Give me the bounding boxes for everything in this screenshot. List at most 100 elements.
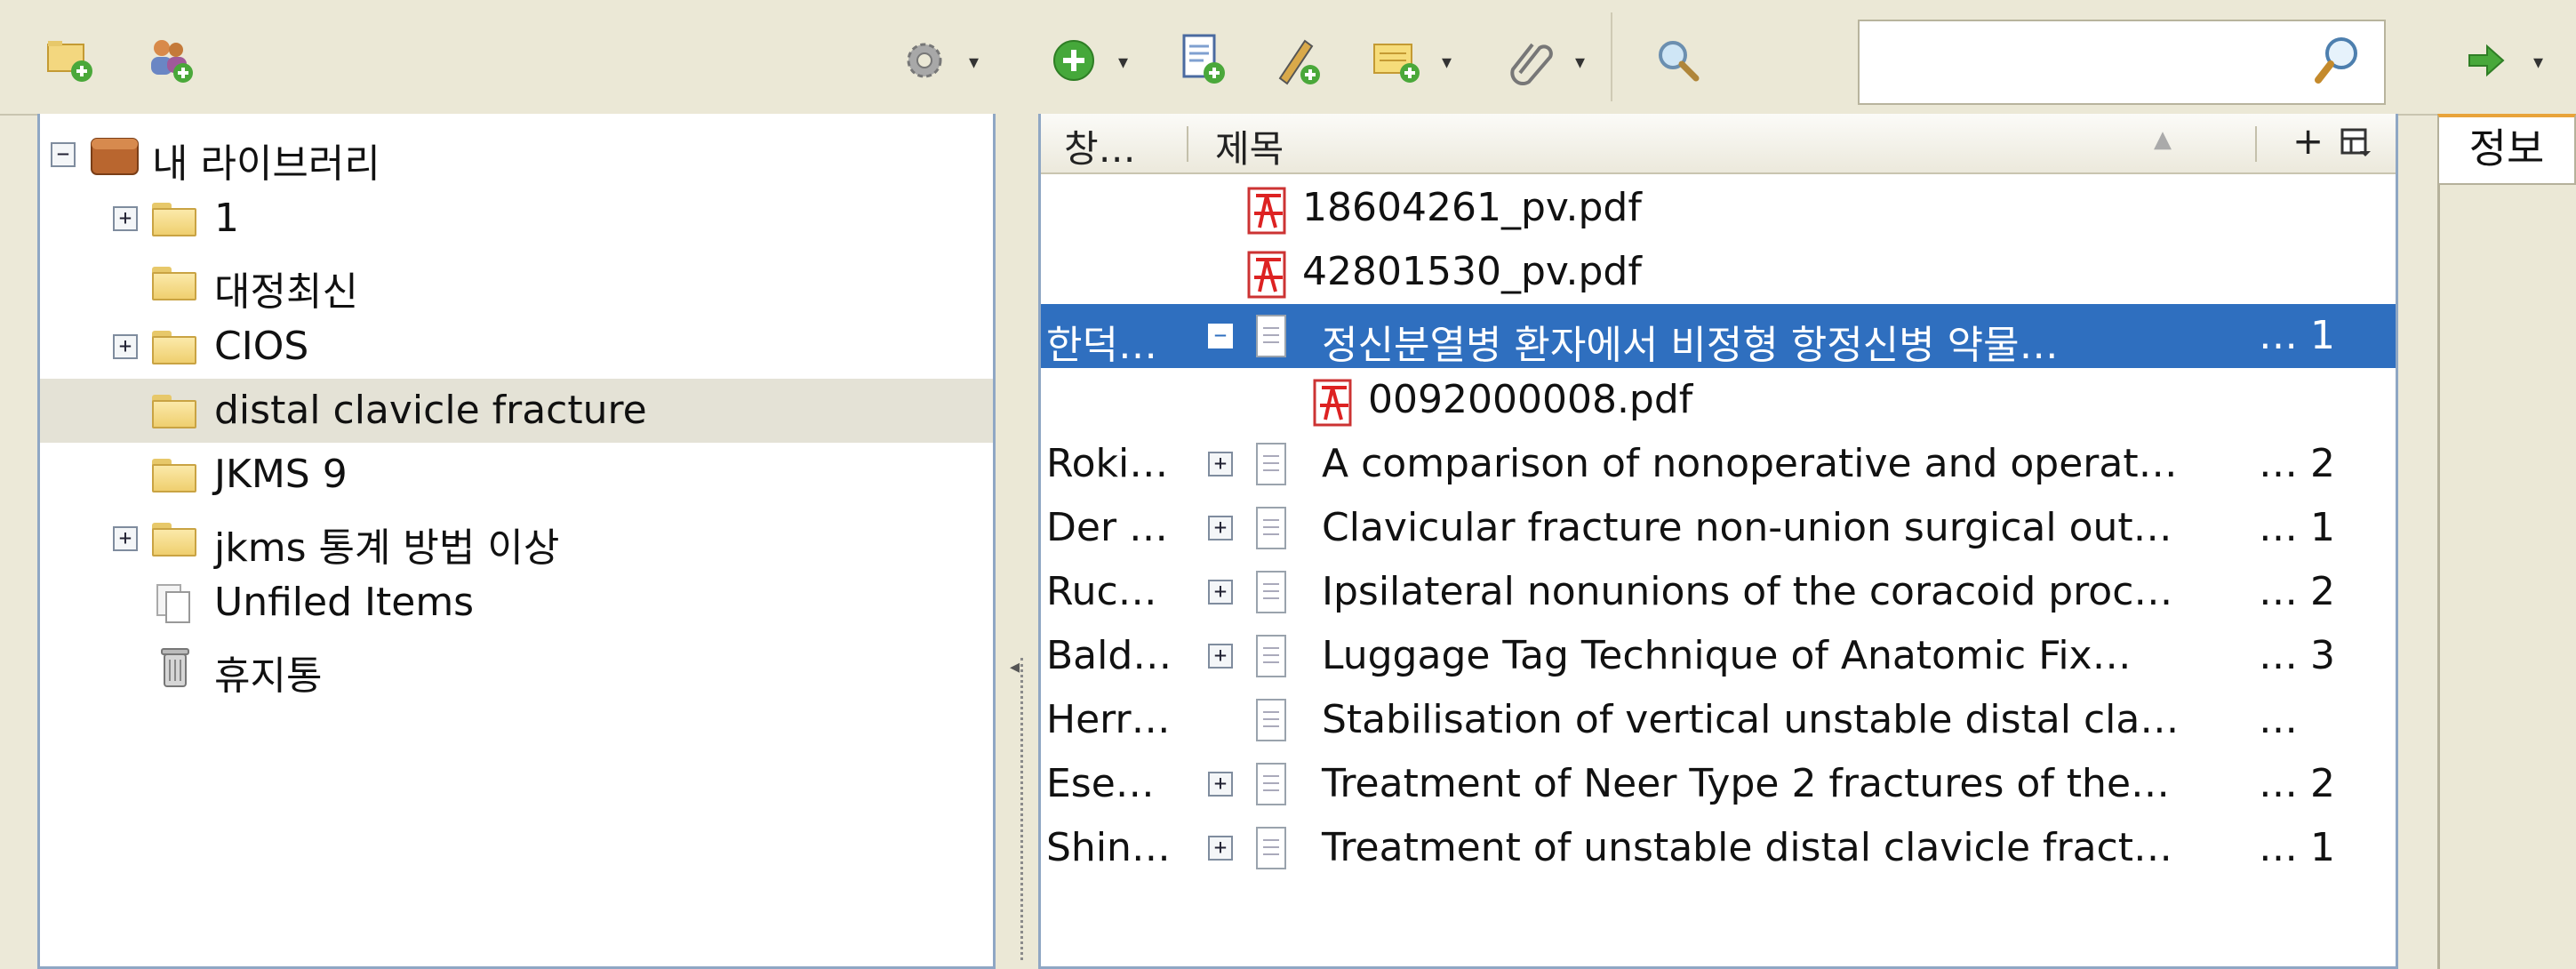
new-note-pencil-icon[interactable]: [1269, 32, 1326, 89]
document-icon: [1256, 443, 1286, 485]
item-title: Clavicular fracture non-union surgical o…: [1322, 505, 2172, 550]
document-icon: [1256, 507, 1286, 549]
locate-arrow-icon[interactable]: [2457, 32, 2514, 89]
toolbar: ▾ ▾ ▾ ▾ ▾: [0, 0, 2576, 116]
trash-icon: [161, 648, 189, 687]
splitter-grip[interactable]: [1020, 658, 1027, 960]
search-input[interactable]: [1858, 20, 2386, 105]
tree-item-label: jkms 통계 방법 이상: [214, 525, 560, 571]
gear-icon[interactable]: [896, 32, 953, 89]
pdf-icon: [1313, 379, 1352, 427]
item-title: 정신분열병 환자에서 비정형 항정신병 약물…: [1322, 323, 2059, 368]
expand-toggle[interactable]: +: [1208, 836, 1233, 861]
expand-toggle[interactable]: +: [1208, 772, 1233, 797]
item-notes-count: … 1: [2259, 505, 2335, 550]
folder-icon: [152, 331, 196, 364]
item-row[interactable]: Herr… Stabilisation of vertical unstable …: [1041, 688, 2396, 752]
document-icon: [1256, 635, 1286, 677]
item-notes-count: … 2: [2259, 441, 2335, 486]
new-item-dropdown-arrow[interactable]: ▾: [1118, 52, 1128, 74]
attachment-dropdown-arrow[interactable]: ▾: [1575, 52, 1585, 74]
item-pane: [2437, 114, 2576, 969]
document-icon: [1256, 827, 1286, 869]
column-separator[interactable]: [1187, 126, 1188, 162]
advanced-search-icon[interactable]: [1650, 32, 1707, 89]
item-notes-count: … 2: [2259, 569, 2335, 614]
new-note-dropdown-arrow[interactable]: ▾: [1442, 52, 1452, 74]
item-row[interactable]: Shin… + Treatment of unstable distal clavi…: [1041, 816, 2396, 880]
tree-item-label: 휴지통: [214, 653, 323, 699]
item-notes-count: … 2: [2259, 761, 2335, 806]
item-title: 0092000008.pdf: [1368, 377, 1693, 422]
column-attachments[interactable]: +: [2292, 119, 2324, 163]
item-notes-count: …: [2259, 697, 2298, 742]
library-icon: [91, 138, 139, 175]
item-row[interactable]: Bald… + Luggage Tag Technique of Anatomic …: [1041, 624, 2396, 688]
column-creator[interactable]: 창…: [1064, 119, 1136, 173]
pdf-icon: [1247, 251, 1286, 299]
item-notes-count: … 1: [2259, 313, 2335, 358]
tree-item-label: distal clavicle fracture: [214, 388, 647, 433]
folder-icon: [152, 459, 196, 493]
collections-pane: − 내 라이브러리 + 1 대정최신 + CIOS distal clavicl…: [37, 114, 996, 969]
item-title: Luggage Tag Technique of Anatomic Fix…: [1322, 633, 2132, 678]
document-icon: [1256, 315, 1286, 357]
attachment-row[interactable]: 18604261_pv.pdf: [1041, 176, 2396, 240]
tree-item-unfiled[interactable]: Unfiled Items: [40, 571, 993, 635]
column-picker-icon[interactable]: [2340, 128, 2372, 160]
tree-item-collection[interactable]: + jkms 통계 방법 이상: [40, 507, 993, 571]
sort-ascending-icon: ▲: [2154, 126, 2172, 153]
tree-item-collection[interactable]: + 1: [40, 187, 993, 251]
pdf-icon: [1247, 187, 1286, 235]
column-header: 창… 제목 ▲ +: [1041, 114, 2396, 174]
tree-item-my-library[interactable]: − 내 라이브러리: [40, 123, 993, 187]
new-collection-icon[interactable]: [43, 32, 100, 89]
tree-item-trash[interactable]: 휴지통: [40, 635, 993, 699]
tree-item-label: JKMS 9: [214, 452, 348, 497]
tree-item-collection[interactable]: JKMS 9: [40, 443, 993, 507]
new-group-icon[interactable]: [142, 32, 199, 89]
tree-item-collection-selected[interactable]: distal clavicle fracture: [40, 379, 993, 443]
locate-dropdown-arrow[interactable]: ▾: [2533, 52, 2543, 74]
item-creator: Bald…: [1046, 633, 1172, 678]
expand-toggle[interactable]: +: [1208, 580, 1233, 605]
new-item-icon[interactable]: [1045, 32, 1102, 89]
attachment-row[interactable]: 0092000008.pdf: [1041, 368, 2396, 432]
item-creator: Shin…: [1046, 825, 1171, 870]
expand-toggle[interactable]: +: [1208, 644, 1233, 669]
gear-dropdown-arrow[interactable]: ▾: [969, 52, 979, 74]
collapse-toggle[interactable]: −: [1208, 324, 1233, 348]
tab-info[interactable]: 정보: [2437, 114, 2576, 185]
item-row[interactable]: Der … + Clavicular fracture non-union surg…: [1041, 496, 2396, 560]
item-creator: Der …: [1046, 505, 1169, 550]
tree-item-collection[interactable]: 대정최신: [40, 251, 993, 315]
search-icon[interactable]: [2309, 32, 2366, 89]
pane-splitter[interactable]: [996, 114, 1038, 969]
expand-toggle[interactable]: +: [1208, 452, 1233, 476]
item-row[interactable]: Roki… + A comparison of nonoperative and o…: [1041, 432, 2396, 496]
folder-icon: [152, 395, 196, 428]
item-title: Treatment of unstable distal clavicle fr…: [1322, 825, 2172, 870]
attachment-row[interactable]: 42801530_pv.pdf: [1041, 240, 2396, 304]
item-row[interactable]: Ruc… + Ipsilateral nonunions of the coraco…: [1041, 560, 2396, 624]
tree-item-collection[interactable]: + CIOS: [40, 315, 993, 379]
paperclip-icon[interactable]: [1502, 32, 1559, 89]
items-pane: 창… 제목 ▲ + 18604261_pv.pdf 42801530_pv.pdf…: [1038, 114, 2398, 969]
expand-toggle[interactable]: +: [1208, 516, 1233, 541]
add-item-by-identifier-icon[interactable]: [1175, 32, 1232, 89]
tree-item-label: CIOS: [214, 324, 309, 369]
new-note-icon[interactable]: [1369, 32, 1426, 89]
column-title[interactable]: 제목: [1215, 119, 1284, 173]
column-separator[interactable]: [2255, 126, 2257, 162]
expand-toggle[interactable]: +: [113, 206, 138, 231]
item-row[interactable]: Ese… + Treatment of Neer Type 2 fractures …: [1041, 752, 2396, 816]
collapse-toggle[interactable]: −: [51, 142, 76, 167]
item-row[interactable]: 한덕… − 정신분열병 환자에서 비정형 항정신병 약물… … 1: [1041, 304, 2396, 368]
collapse-arrow-icon[interactable]: ◂: [1010, 656, 1020, 678]
item-creator: Ese…: [1046, 761, 1155, 806]
tree-item-label: 1: [214, 196, 239, 241]
item-creator: Ruc…: [1046, 569, 1157, 614]
expand-toggle[interactable]: +: [113, 526, 138, 551]
expand-toggle[interactable]: +: [113, 334, 138, 359]
folder-icon: [152, 267, 196, 300]
